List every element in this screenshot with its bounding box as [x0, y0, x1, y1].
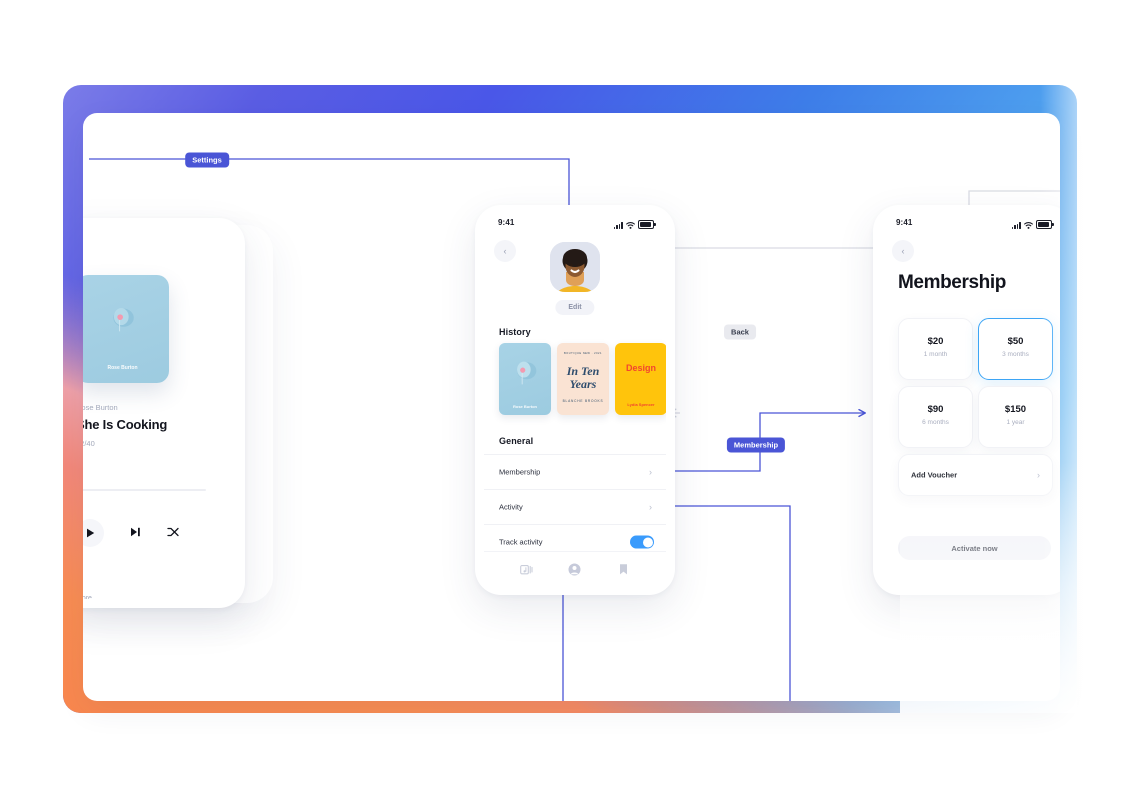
settings-row-label: Track activity [499, 537, 543, 547]
wifi-icon [1024, 222, 1033, 229]
player-track-title: She Is Cooking [83, 417, 168, 432]
history-card-title: In Ten Years [566, 364, 600, 391]
album-blob-icon [517, 361, 537, 385]
chevron-right-icon: › [649, 502, 652, 512]
play-button[interactable] [83, 519, 104, 547]
edit-avatar-button[interactable]: Edit [555, 300, 595, 315]
settings-row-label: Activity [499, 502, 523, 512]
tab-profile[interactable] [568, 563, 581, 576]
play-icon [86, 528, 94, 538]
chevron-right-icon: › [1037, 470, 1040, 480]
status-icons [1011, 220, 1054, 229]
next-button[interactable] [130, 524, 141, 542]
player-controls [83, 519, 179, 547]
phone-notch [538, 214, 612, 229]
status-time: 9:41 [896, 218, 913, 227]
phone-notch [108, 227, 182, 242]
chevron-right-icon: › [649, 467, 652, 477]
page-title: Membership [898, 272, 1006, 293]
track-activity-toggle[interactable] [630, 535, 654, 549]
history-card-caption: Lydia Spencer [627, 402, 655, 407]
history-card-footer: BLANCHE BROOKS [562, 399, 604, 403]
flow-label-membership[interactable]: Membership [726, 437, 786, 453]
album-blob-icon [112, 308, 134, 332]
player-artist: Rose Burton [83, 403, 118, 412]
plan-duration: 6 months [922, 419, 949, 426]
tab-saved[interactable] [617, 563, 630, 576]
player-progress-bar[interactable] [83, 489, 206, 491]
history-card-title: Design [625, 363, 656, 373]
profile-icon [568, 563, 581, 575]
plan-duration: 1 month [923, 351, 948, 358]
history-section-title: History [499, 327, 531, 337]
plan-card-90[interactable]: $90 6 months [898, 386, 973, 448]
back-button[interactable]: ‹ [494, 240, 516, 262]
album-artwork-caption: Rose Burton [107, 365, 138, 371]
next-icon [131, 527, 140, 537]
history-card[interactable]: Rose Burton [499, 343, 551, 415]
plan-duration: 3 months [1002, 351, 1029, 358]
phone-settings[interactable]: 9:41 ‹ Edit History Rose Burton BOUTIQUE… [475, 205, 675, 595]
flow-label-settings[interactable]: Settings [185, 152, 229, 168]
plan-amount: $90 [927, 404, 944, 415]
album-artwork: Rose Burton [83, 275, 169, 383]
plan-card-50[interactable]: $50 3 months [978, 318, 1053, 380]
settings-row-activity[interactable]: Activity › [484, 489, 666, 524]
general-section-title: General [499, 436, 534, 446]
add-voucher-row[interactable]: Add Voucher › [898, 454, 1053, 496]
add-voucher-label: Add Voucher [911, 470, 958, 480]
back-chevron-icon: ‹ [503, 246, 507, 256]
history-card-list: Rose Burton BOUTIQUE NEW · 2021 In Ten Ye… [499, 343, 666, 415]
library-icon [519, 564, 533, 574]
flow-label-back[interactable]: Back [724, 324, 756, 340]
phone-membership[interactable]: 9:41 ‹ Membership $20 1 month $50 3 mont… [873, 205, 1060, 595]
plan-amount: $50 [1007, 336, 1024, 347]
plan-card-20[interactable]: $20 1 month [898, 318, 973, 380]
back-button[interactable]: ‹ [892, 240, 914, 262]
avatar-photo [550, 242, 600, 292]
tab-bar [484, 551, 666, 586]
history-card-caption: Rose Burton [513, 404, 537, 409]
phone-now-playing[interactable]: Rose Burton Rose Burton She Is Cooking 1… [83, 218, 245, 608]
connector-back-path [660, 247, 888, 414]
cellular-icon [1011, 222, 1021, 229]
shuffle-icon [167, 527, 179, 537]
battery-icon [638, 220, 656, 229]
history-card[interactable]: Design Lydia Spencer [615, 343, 666, 415]
back-chevron-icon: ‹ [901, 246, 905, 256]
player-track-counter: 12/40 [83, 439, 95, 448]
plan-amount: $150 [1004, 404, 1027, 415]
battery-icon [1036, 220, 1054, 229]
flow-canvas[interactable]: Rose Burton Rose Burton She Is Cooking 1… [83, 113, 1060, 701]
activate-now-button[interactable]: Activate now [898, 536, 1051, 560]
wifi-icon [626, 222, 635, 229]
status-icons [613, 220, 656, 229]
settings-row-label: Membership [499, 467, 541, 477]
plan-amount: $20 [927, 336, 944, 347]
history-card[interactable]: BOUTIQUE NEW · 2021 In Ten Years BLANCHE … [557, 343, 609, 415]
plan-duration: 1 year [1006, 419, 1025, 426]
shuffle-button[interactable] [167, 524, 179, 542]
player-more-label[interactable]: More [83, 595, 92, 599]
avatar[interactable] [550, 242, 600, 292]
status-time: 9:41 [498, 218, 515, 227]
screenshot-stage: Rose Burton Rose Burton She Is Cooking 1… [0, 0, 1142, 791]
bookmark-icon [620, 563, 628, 574]
tab-library[interactable] [519, 563, 533, 576]
history-card-eyebrow: BOUTIQUE NEW · 2021 [564, 352, 602, 355]
phone-notch [936, 214, 1010, 229]
connector-activity [661, 505, 791, 701]
plan-card-150[interactable]: $150 1 year [978, 386, 1053, 448]
cellular-icon [613, 222, 623, 229]
settings-row-membership[interactable]: Membership › [484, 454, 666, 489]
